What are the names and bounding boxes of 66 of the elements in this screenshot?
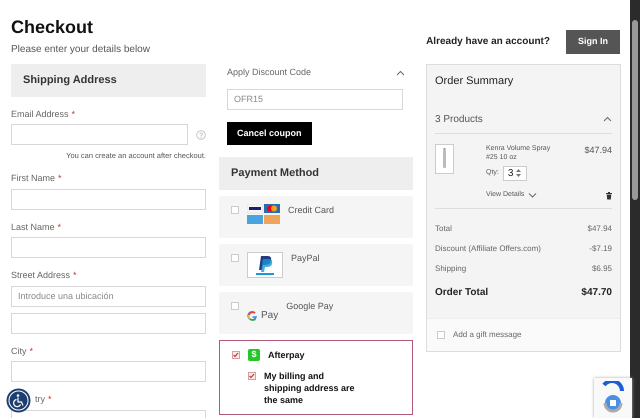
required-mark: * xyxy=(30,346,34,356)
required-mark: * xyxy=(48,394,52,404)
input-field[interactable] xyxy=(11,361,206,382)
total-value: -$7.19 xyxy=(589,243,612,255)
page-subtitle: Please enter your details below xyxy=(11,43,150,57)
help-icon[interactable] xyxy=(196,130,206,140)
payment-option[interactable]: PayPal xyxy=(219,244,413,286)
field-label: try xyxy=(35,394,45,404)
chevron-icon[interactable] xyxy=(603,116,612,122)
payment-label: Google Pay xyxy=(286,300,334,313)
required-mark: * xyxy=(72,108,76,118)
section-header: Payment Method xyxy=(219,157,413,190)
field-label: Email Address xyxy=(11,108,69,118)
discount-toggle[interactable]: Apply Discount Code xyxy=(227,66,312,80)
spinner-arrows-icon[interactable] xyxy=(516,169,522,177)
option-label: My billing and shipping address are the same xyxy=(264,370,356,406)
panel-title: Order Summary xyxy=(435,74,514,89)
input-field[interactable] xyxy=(11,237,206,258)
checkbox[interactable] xyxy=(232,350,240,358)
paypal-logo-icon xyxy=(247,252,283,278)
products-toggle[interactable]: 3 Products xyxy=(435,112,483,126)
trash-icon[interactable] xyxy=(606,192,612,200)
product-thumbnail xyxy=(435,144,454,174)
google-pay-logo: Pay xyxy=(247,308,278,322)
total-label: Discount (Affiliate Offers.com) xyxy=(435,243,541,255)
account-prompt: Already have an account? xyxy=(426,35,550,50)
gift-message-label[interactable]: Add a gift message xyxy=(453,329,522,341)
required-mark: * xyxy=(73,270,77,280)
order-total-label: Order Total xyxy=(435,286,488,300)
accessibility-icon[interactable] xyxy=(6,388,31,413)
order-total-value: $47.70 xyxy=(581,286,612,300)
quantity-stepper[interactable]: 3 xyxy=(502,166,527,180)
total-label: Shipping xyxy=(435,263,466,275)
payment-option[interactable]: $ Afterpay My billing and shipping address are the same xyxy=(219,340,413,415)
payment-label: Afterpay xyxy=(268,348,305,362)
input-field[interactable] xyxy=(11,312,206,334)
payment-label: Credit Card xyxy=(288,204,334,216)
g-letter-icon xyxy=(247,310,257,320)
sign-in-button[interactable]: Sign In xyxy=(566,30,620,54)
payment-option[interactable]: Credit Card xyxy=(219,196,413,238)
card-logos-icon xyxy=(247,204,280,224)
input-field[interactable]: Introduce una ubicación xyxy=(11,286,206,307)
payment-option[interactable]: Pay Google Pay xyxy=(219,292,413,334)
chevron-icon[interactable] xyxy=(528,192,538,198)
field-label: First Name xyxy=(11,173,56,184)
checkbox[interactable] xyxy=(248,372,256,380)
total-label: Total xyxy=(435,223,452,235)
required-mark: * xyxy=(58,222,62,232)
discount-field[interactable]: OFR15 xyxy=(227,88,403,110)
dollar-icon: $ xyxy=(248,348,260,360)
input-field[interactable] xyxy=(11,124,188,145)
input-field[interactable] xyxy=(11,188,206,210)
scrollbar[interactable] xyxy=(630,0,640,418)
field-label: Last Name xyxy=(11,222,55,232)
recaptcha-badge[interactable] xyxy=(594,378,632,418)
chevron-icon[interactable] xyxy=(396,70,405,76)
product-price: $47.94 xyxy=(584,144,612,156)
field-label: Street Address xyxy=(11,270,70,280)
section-header: Shipping Address xyxy=(11,64,206,96)
page-title: Checkout xyxy=(11,16,94,38)
cancel-coupon-button[interactable]: Cancel coupon xyxy=(227,122,312,145)
total-value: $47.94 xyxy=(588,223,612,235)
field-label: City xyxy=(11,346,26,356)
required-mark: * xyxy=(58,173,62,184)
total-value: $6.95 xyxy=(592,263,612,275)
payment-label: PayPal xyxy=(291,252,320,265)
